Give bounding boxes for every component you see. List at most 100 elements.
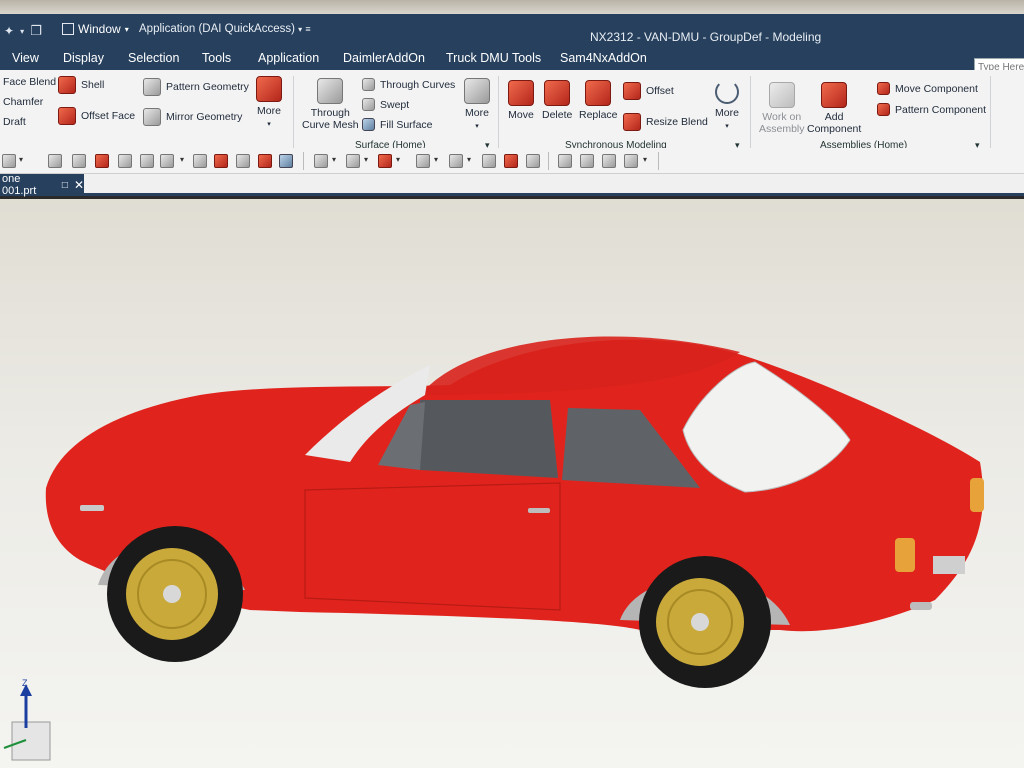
tab-tools[interactable]: Tools (202, 51, 231, 65)
tab-view[interactable]: View (12, 51, 39, 65)
chevron-down-icon[interactable]: ▾ (434, 155, 438, 164)
through-curves-icon (362, 78, 375, 91)
offset-label: Offset (646, 85, 674, 97)
pencil-icon[interactable] (602, 154, 616, 168)
replace-face-button[interactable]: Replace (579, 80, 618, 121)
draft-button[interactable]: Draft (3, 116, 26, 128)
surface-more-button[interactable]: More ▾ (464, 78, 490, 130)
solid-icon[interactable] (193, 154, 207, 168)
window-menu[interactable]: Window ▾ (62, 22, 129, 36)
move-component-button[interactable]: Move Component (877, 82, 978, 95)
select-icon[interactable] (72, 154, 86, 168)
mirror-geometry-button[interactable]: Mirror Geometry (143, 108, 242, 126)
toolbar-divider (658, 152, 659, 170)
view-orientation-icon[interactable] (449, 154, 463, 168)
document-tab[interactable]: one 001.prt □ ✕ (0, 173, 84, 197)
edit-section-icon[interactable] (504, 154, 518, 168)
add-component-button[interactable]: Add Component (807, 82, 861, 135)
move-face-button[interactable]: Move (508, 80, 534, 121)
tab-daimler-addon[interactable]: DaimlerAddOn (343, 51, 425, 65)
chevron-down-icon[interactable]: ▾ (364, 155, 368, 164)
application-dropdown[interactable]: Application (DAI QuickAccess) ▾ ≡ (139, 23, 311, 35)
shell-icon (58, 76, 76, 94)
chevron-down-icon: ▾ (124, 24, 129, 34)
add-component-label-2: Component (807, 123, 862, 135)
windows-icon[interactable]: ❐ (30, 23, 42, 39)
tab-application[interactable]: Application (258, 51, 319, 65)
car-model: Z (3, 336, 984, 761)
swept-button[interactable]: Swept (362, 98, 409, 111)
graphics-viewport[interactable]: Z (0, 199, 1024, 768)
chamfer-button[interactable]: Chamfer (3, 96, 43, 108)
clip-section-icon[interactable] (482, 154, 496, 168)
snap-point-icon[interactable] (160, 154, 174, 168)
door-handle (528, 508, 550, 513)
tab-sam4nx-addon[interactable]: Sam4NxAddOn (560, 51, 647, 65)
tab-display[interactable]: Display (63, 51, 104, 65)
analysis-icon[interactable] (580, 154, 594, 168)
front-side-window (420, 400, 558, 478)
chevron-down-icon[interactable]: ▾ (19, 155, 23, 164)
title-bar: ✦ ▾ ❐ Window ▾ Application (DAI QuickAcc… (0, 14, 1024, 46)
face-blend-label: Face Blend (3, 76, 57, 88)
feature-more-button[interactable]: More ▾ (256, 76, 282, 128)
surface-icon (464, 78, 490, 104)
pattern-geometry-icon (143, 78, 161, 96)
assembly-icon (768, 82, 795, 108)
chevron-down-icon[interactable]: ▾ (180, 155, 184, 164)
chevron-down-icon: ▾ (725, 123, 729, 130)
render-style-icon[interactable] (416, 154, 430, 168)
link-icon[interactable] (118, 154, 132, 168)
offset-region-button[interactable]: Offset (623, 82, 674, 100)
through-curve-mesh-button[interactable]: Through Curve Mesh (302, 78, 359, 131)
nx-logo-icon[interactable]: ✦ (4, 24, 14, 38)
delete-face-button[interactable]: Delete (542, 80, 572, 121)
offset-face-button[interactable]: Offset Face (58, 107, 135, 125)
through-curve-mesh-label-1: Through (310, 107, 350, 119)
snap-icon[interactable] (48, 154, 62, 168)
view-toolbar: ▾ ▾ ▾ ▾ ▾ ▾ ▾ ▾ (0, 148, 1024, 174)
pattern-geometry-button[interactable]: Pattern Geometry (143, 78, 249, 96)
swept-label: Swept (380, 98, 410, 111)
point-icon[interactable] (624, 154, 638, 168)
origin-icon[interactable] (258, 154, 272, 168)
fill-surface-button[interactable]: Fill Surface (362, 118, 433, 131)
measure-icon[interactable] (558, 154, 572, 168)
fill-surface-label: Fill Surface (380, 118, 433, 131)
feature-more-label: More (257, 105, 281, 117)
through-curves-button[interactable]: Through Curves (362, 78, 455, 91)
face-blend-button[interactable]: Face Blend (3, 76, 56, 88)
chevron-down-icon[interactable]: ▾ (20, 27, 24, 36)
rear-wheel (639, 556, 771, 688)
chevron-down-icon[interactable]: ▾ (332, 155, 336, 164)
display-settings-icon[interactable] (526, 154, 540, 168)
close-icon[interactable]: ✕ (74, 178, 84, 192)
wireframe-icon[interactable] (236, 154, 250, 168)
move-label: Move (508, 109, 534, 121)
chevron-down-icon[interactable]: ▾ (396, 155, 400, 164)
ribbon-tab-bar: View Display Selection Tools Application… (0, 46, 1024, 76)
component-icon[interactable] (95, 154, 109, 168)
tab-selection[interactable]: Selection (128, 51, 179, 65)
pattern-component-label: Pattern Component (895, 103, 987, 116)
resize-blend-button[interactable]: Resize Blend (623, 113, 708, 131)
bumper (933, 556, 965, 574)
tab-truck-dmu-tools[interactable]: Truck DMU Tools (446, 51, 541, 65)
select-filter-icon[interactable] (2, 154, 16, 168)
shaded-icon[interactable] (214, 154, 228, 168)
work-layer-icon[interactable] (279, 154, 293, 168)
shell-button[interactable]: Shell (58, 76, 104, 94)
pattern-component-button[interactable]: Pattern Component (877, 103, 986, 116)
filter-icon[interactable] (140, 154, 154, 168)
rotate-icon[interactable] (378, 154, 392, 168)
chevron-down-icon[interactable]: ▾ (467, 155, 471, 164)
pin-icon[interactable]: □ (62, 180, 68, 191)
draft-label: Draft (3, 116, 26, 128)
pattern-component-icon (877, 103, 890, 116)
fit-view-icon[interactable] (314, 154, 328, 168)
synchronous-more-button[interactable]: More ▾ (715, 80, 739, 130)
zoom-icon[interactable] (346, 154, 360, 168)
chevron-down-icon[interactable]: ▾ (643, 155, 647, 164)
synchronous-more-label: More (715, 107, 739, 119)
work-on-assembly-button[interactable]: Work on Assembly (759, 82, 805, 135)
